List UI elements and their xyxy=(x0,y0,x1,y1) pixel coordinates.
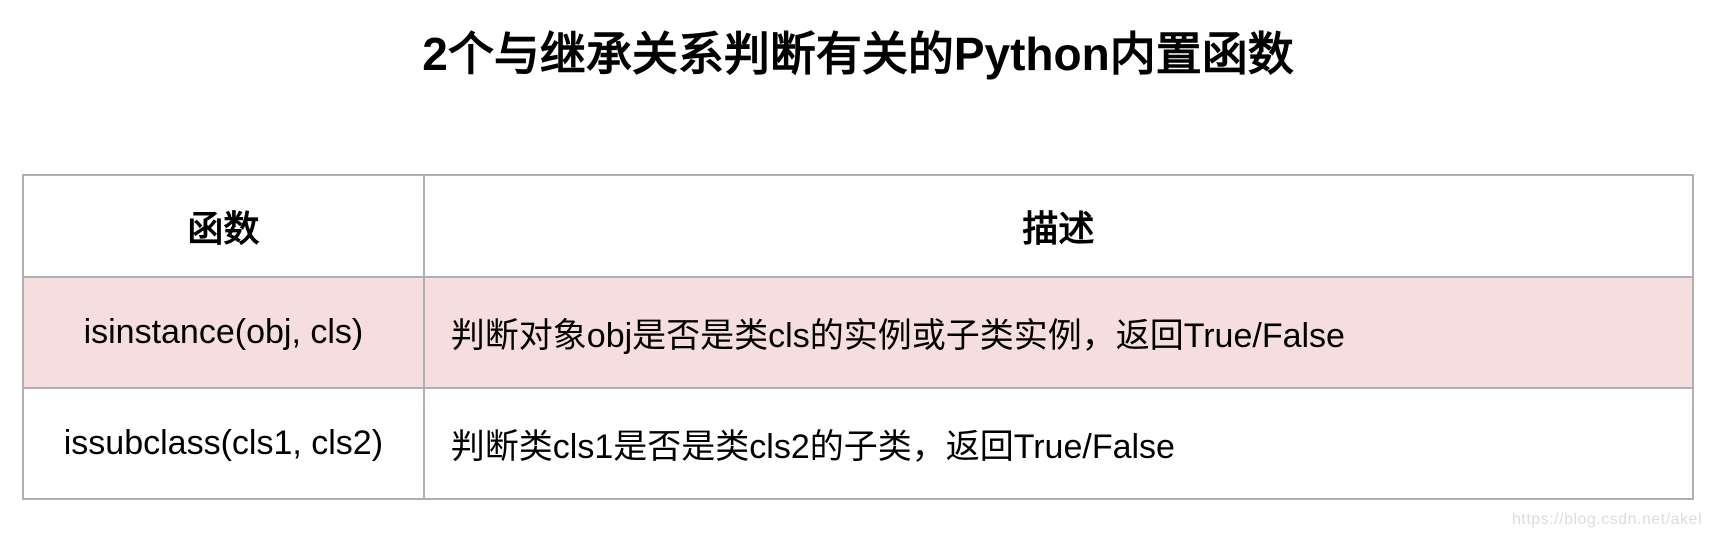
table-row: issubclass(cls1, cls2) 判断类cls1是否是类cls2的子… xyxy=(23,388,1693,499)
page-title: 2个与继承关系判断有关的Python内置函数 xyxy=(0,0,1716,174)
header-function: 函数 xyxy=(23,175,424,277)
watermark-text: https://blog.csdn.net/akel xyxy=(1512,511,1702,529)
table-header-row: 函数 描述 xyxy=(23,175,1693,277)
cell-description: 判断类cls1是否是类cls2的子类，返回True/False xyxy=(424,388,1693,499)
cell-description: 判断对象obj是否是类cls的实例或子类实例，返回True/False xyxy=(424,277,1693,388)
cell-function: isinstance(obj, cls) xyxy=(23,277,424,388)
functions-table: 函数 描述 isinstance(obj, cls) 判断对象obj是否是类cl… xyxy=(22,174,1694,500)
table-row: isinstance(obj, cls) 判断对象obj是否是类cls的实例或子… xyxy=(23,277,1693,388)
table-container: 函数 描述 isinstance(obj, cls) 判断对象obj是否是类cl… xyxy=(0,174,1716,500)
cell-function: issubclass(cls1, cls2) xyxy=(23,388,424,499)
header-description: 描述 xyxy=(424,175,1693,277)
